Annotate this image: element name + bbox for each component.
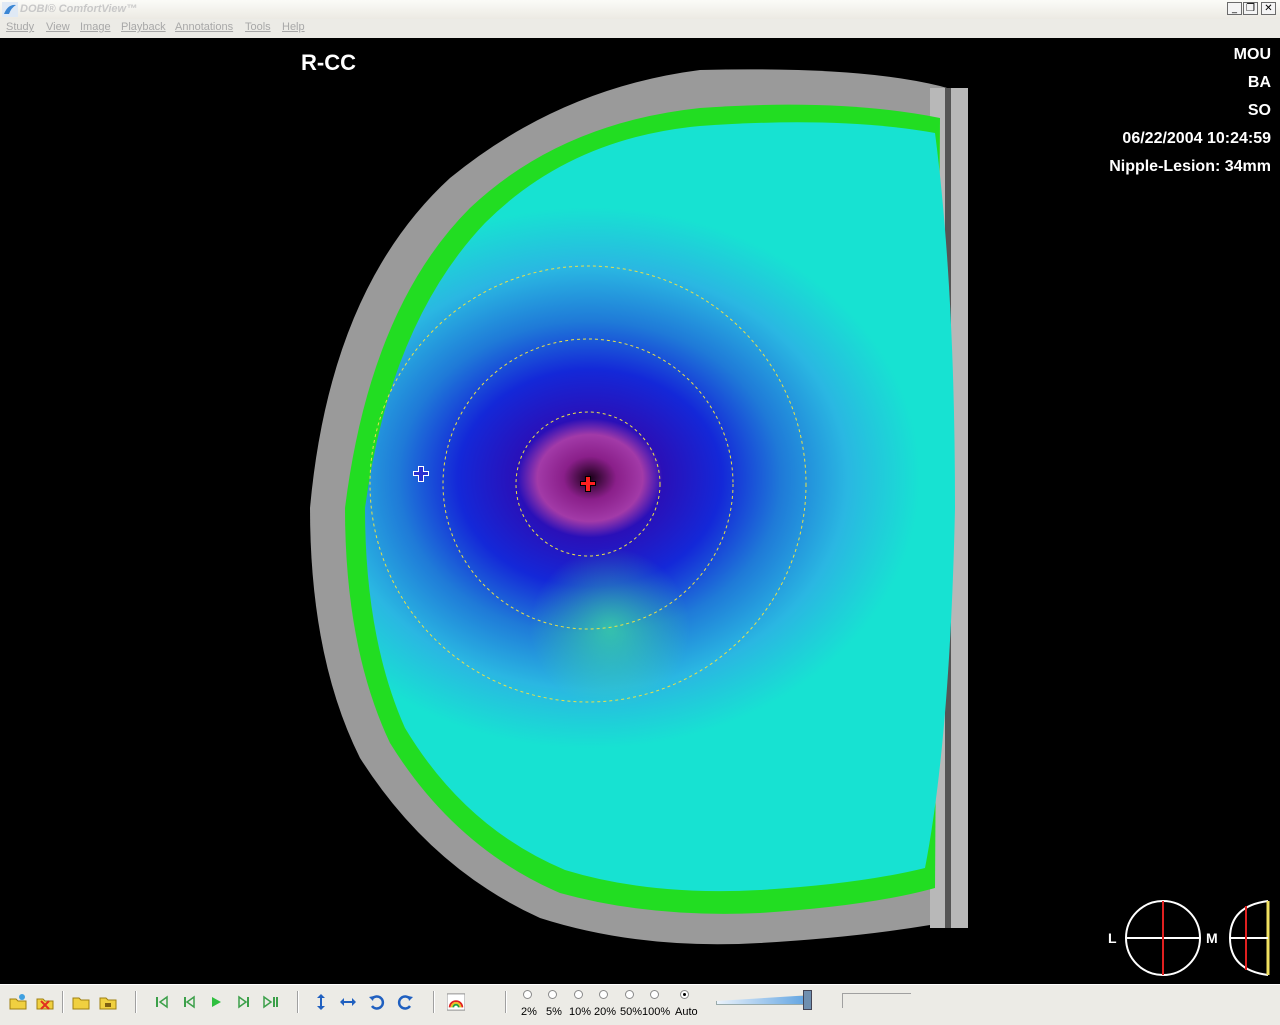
nipple-lesion-distance: Nipple-Lesion: 34mm [1109, 158, 1271, 175]
threshold-radio-100[interactable] [650, 990, 659, 999]
threshold-label-10: 10% [569, 1006, 592, 1018]
threshold-label-2: 2% [521, 1006, 537, 1018]
image-viewport[interactable]: R-CC MOU BA SO 06/22/2004 10:24:59 Nippl… [0, 38, 1280, 984]
patient-initials-1: MOU [1233, 46, 1271, 63]
flip-horizontal-icon[interactable] [339, 993, 357, 1011]
orientation-circle-icon [1125, 900, 1201, 976]
threshold-label-20: 20% [594, 1006, 617, 1018]
menu-view[interactable]: View [46, 21, 70, 33]
contrast-slider-thumb[interactable] [803, 990, 812, 1010]
menu-study[interactable]: Study [6, 21, 34, 33]
patient-initials-3: SO [1247, 102, 1271, 119]
restore-button[interactable]: ❐ [1243, 2, 1258, 15]
status-field [842, 993, 911, 1008]
rotate-right-icon[interactable] [396, 993, 414, 1011]
threshold-label-auto: Auto [675, 1006, 698, 1018]
previous-frame-icon[interactable] [180, 993, 198, 1011]
color-map-icon[interactable] [447, 993, 465, 1011]
patient-initials-2: BA [1247, 74, 1271, 91]
menu-image[interactable]: Image [80, 21, 111, 33]
orientation-right-label: M [1206, 930, 1218, 946]
last-frame-icon[interactable] [261, 993, 279, 1011]
toolbar-separator [433, 991, 435, 1013]
toolbar-separator [297, 991, 299, 1013]
optical-scan-image[interactable] [0, 38, 1280, 984]
threshold-label-50: 50% [620, 1006, 643, 1018]
side-view-icon [1228, 900, 1270, 976]
threshold-radio-10[interactable] [574, 990, 583, 999]
open-folder-icon[interactable] [72, 993, 90, 1011]
view-label: R-CC [301, 50, 356, 75]
threshold-radio-auto[interactable] [680, 990, 689, 999]
first-frame-icon[interactable] [153, 993, 171, 1011]
rotate-left-icon[interactable] [368, 993, 386, 1011]
save-folder-icon[interactable] [99, 993, 117, 1011]
threshold-radio-5[interactable] [548, 990, 557, 999]
menu-bar: Study View Image Playback Annotations To… [0, 19, 1280, 38]
menu-tools[interactable]: Tools [245, 21, 271, 33]
toolbar-separator [505, 991, 507, 1013]
menu-annotations[interactable]: Annotations [175, 21, 233, 33]
minimize-button[interactable]: _ [1227, 2, 1242, 15]
close-study-icon[interactable] [36, 993, 54, 1011]
menu-help[interactable]: Help [282, 21, 305, 33]
menu-playback[interactable]: Playback [121, 21, 166, 33]
title-bar: DOBI® ComfortView™ _ ❐ ✕ [0, 0, 1280, 20]
app-logo-icon [2, 2, 18, 17]
bottom-toolbar: 2% 5% 10% 20% 50% 100% Auto [0, 984, 1280, 1025]
threshold-radio-50[interactable] [625, 990, 634, 999]
toolbar-separator [135, 991, 137, 1013]
play-icon[interactable] [207, 993, 225, 1011]
threshold-radio-2[interactable] [523, 990, 532, 999]
orientation-left-label: L [1108, 930, 1117, 946]
threshold-label-100: 100% [642, 1006, 671, 1018]
window-title: DOBI® ComfortView™ [20, 3, 138, 15]
toolbar-separator [62, 991, 64, 1013]
close-button[interactable]: ✕ [1261, 2, 1276, 15]
threshold-radio-20[interactable] [599, 990, 608, 999]
contrast-slider-track[interactable] [716, 995, 812, 1005]
flip-vertical-icon[interactable] [312, 993, 330, 1011]
open-study-icon[interactable] [9, 993, 27, 1011]
threshold-label-5: 5% [546, 1006, 562, 1018]
study-datetime: 06/22/2004 10:24:59 [1122, 130, 1271, 147]
next-frame-icon[interactable] [235, 993, 253, 1011]
